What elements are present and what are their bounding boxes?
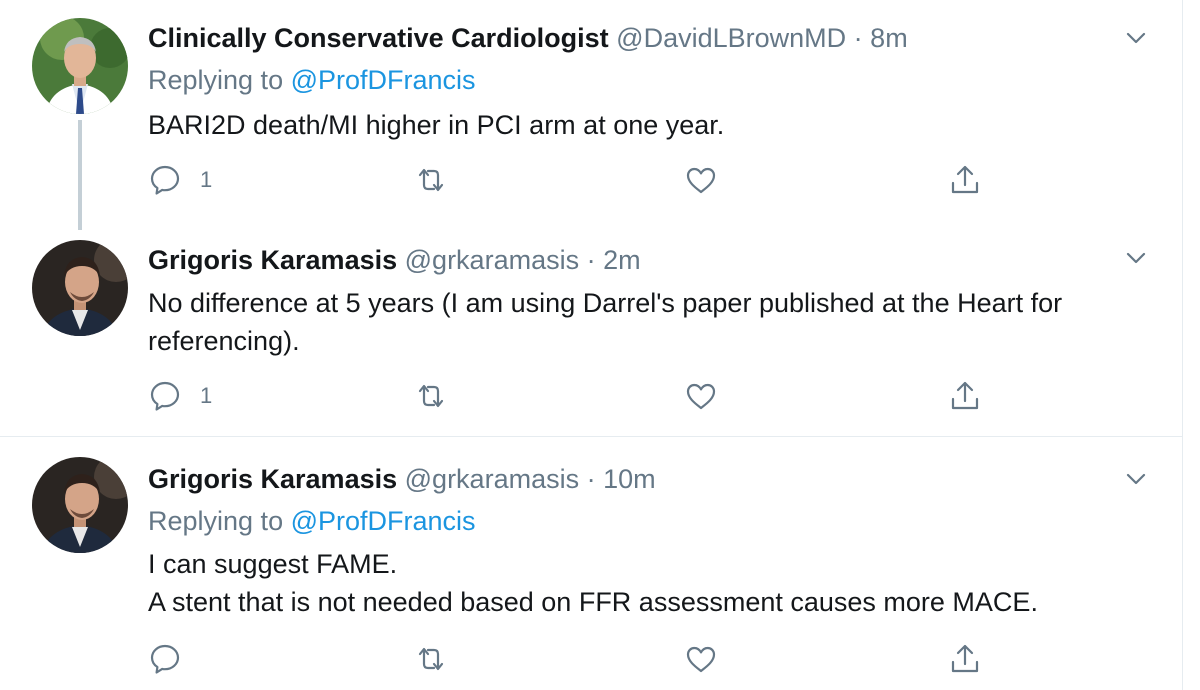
tweet-actions: 1 (148, 376, 988, 416)
tweet-1[interactable]: Clinically Conservative Cardiologist @Da… (0, 0, 1182, 230)
like-icon (686, 646, 716, 673)
reply-icon (150, 644, 180, 674)
share-icon (951, 381, 979, 410)
separator: · (586, 464, 596, 494)
retweet-button[interactable] (414, 376, 448, 416)
tweet-text-line: A stent that is not needed based on FFR … (148, 587, 1038, 617)
tweet-text-line: referencing). (148, 326, 300, 356)
separator: · (586, 245, 596, 275)
like-button[interactable] (684, 639, 718, 679)
timestamp[interactable]: 2m (603, 245, 641, 275)
tweet-header: Clinically Conservative Cardiologist @Da… (148, 22, 908, 54)
reply-count: 1 (200, 167, 213, 192)
user-handle[interactable]: @grkaramasis (405, 464, 579, 494)
user-handle[interactable]: @grkaramasis (405, 245, 579, 275)
tweet-header: Grigoris Karamasis @grkaramasis · 10m (148, 463, 656, 495)
replying-prefix: Replying to (148, 506, 284, 536)
chevron-down-icon[interactable] (1124, 26, 1148, 50)
replying-prefix: Replying to (148, 65, 284, 95)
tweet-text: BARI2D death/MI higher in PCI arm at one… (148, 106, 1158, 144)
timestamp[interactable]: 8m (870, 23, 908, 53)
replying-to: Replying to @ProfDFrancis (148, 63, 476, 97)
timestamp[interactable]: 10m (603, 464, 656, 494)
display-name[interactable]: Grigoris Karamasis (148, 464, 397, 494)
like-button[interactable] (684, 376, 718, 416)
like-icon (686, 383, 716, 410)
avatar[interactable] (32, 457, 128, 553)
display-name[interactable]: Grigoris Karamasis (148, 245, 397, 275)
avatar[interactable] (32, 240, 128, 336)
retweet-icon (418, 168, 444, 192)
reply-button[interactable] (148, 639, 200, 679)
tweet-2[interactable]: Grigoris Karamasis @grkaramasis · 2m No … (0, 230, 1182, 436)
tweet-text-line: No difference at 5 years (I am using Dar… (148, 288, 1063, 318)
share-button[interactable] (948, 160, 982, 200)
reply-count: 1 (200, 383, 213, 408)
like-button[interactable] (684, 160, 718, 200)
tweet-actions (148, 639, 988, 679)
user-handle[interactable]: @DavidLBrownMD (616, 23, 846, 53)
chevron-down-icon[interactable] (1124, 246, 1148, 270)
avatar[interactable] (32, 18, 128, 114)
share-button[interactable] (948, 376, 982, 416)
tweet-text: I can suggest FAME. A stent that is not … (148, 545, 1158, 621)
reply-icon (150, 381, 180, 411)
retweet-button[interactable] (414, 160, 448, 200)
tweet-text-line: I can suggest FAME. (148, 549, 398, 579)
reply-icon (150, 165, 180, 195)
separator: · (853, 23, 863, 53)
share-button[interactable] (948, 639, 982, 679)
reply-button[interactable]: 1 (148, 160, 212, 200)
reply-button[interactable]: 1 (148, 376, 212, 416)
tweet-text-line: BARI2D death/MI higher in PCI arm at one… (148, 110, 725, 140)
share-icon (951, 165, 979, 194)
tweet-text: No difference at 5 years (I am using Dar… (148, 284, 1158, 360)
like-icon (686, 167, 716, 194)
replying-to: Replying to @ProfDFrancis (148, 504, 476, 538)
tweet-header: Grigoris Karamasis @grkaramasis · 2m (148, 244, 641, 276)
retweet-button[interactable] (414, 639, 448, 679)
mention-link[interactable]: @ProfDFrancis (291, 506, 476, 536)
retweet-icon (418, 384, 444, 408)
share-icon (951, 644, 979, 673)
thread-line (78, 120, 82, 230)
tweet-3[interactable]: Grigoris Karamasis @grkaramasis · 10m Re… (0, 437, 1182, 690)
mention-link[interactable]: @ProfDFrancis (291, 65, 476, 95)
timeline-border (1182, 0, 1183, 690)
retweet-icon (418, 647, 444, 671)
tweet-actions: 1 (148, 160, 988, 200)
display-name[interactable]: Clinically Conservative Cardiologist (148, 23, 609, 53)
chevron-down-icon[interactable] (1124, 467, 1148, 491)
